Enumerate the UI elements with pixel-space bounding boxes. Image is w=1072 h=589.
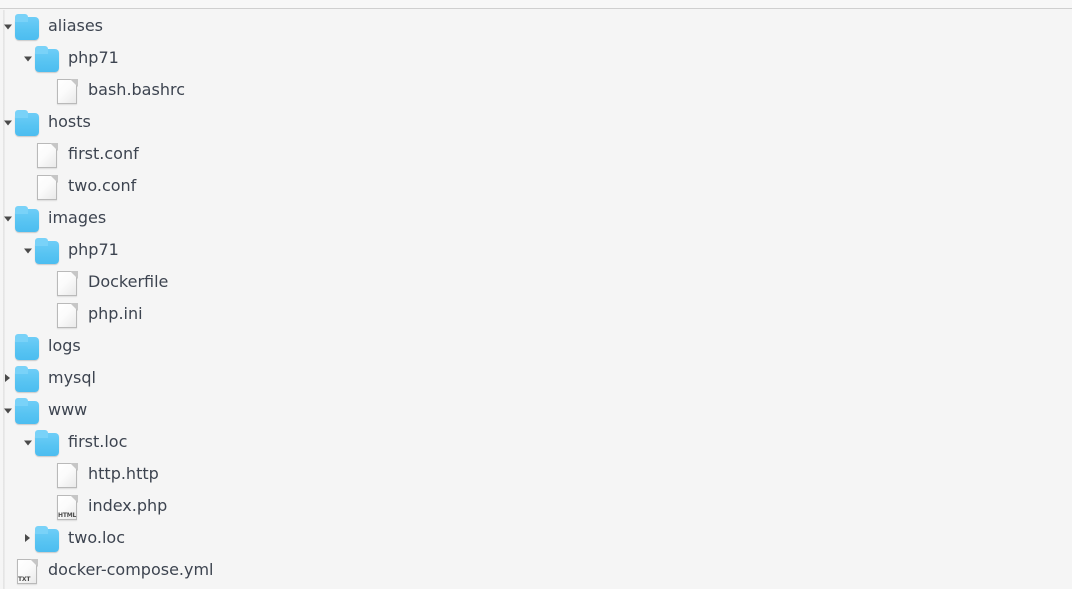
file-icon <box>34 171 60 201</box>
tree-row-label: two.loc <box>66 522 125 554</box>
file-corner-fold <box>70 495 78 503</box>
chevron-down-icon[interactable] <box>20 234 34 266</box>
tree-row-label: http.http <box>86 458 159 490</box>
folder-icon <box>34 43 60 73</box>
tree-row[interactable]: Dockerfile <box>0 266 1072 298</box>
file-corner-fold <box>50 143 58 151</box>
tree-row-label: hosts <box>46 106 91 138</box>
twisty-spacer <box>20 170 34 202</box>
tree-row-label: first.loc <box>66 426 127 458</box>
file-corner-fold <box>50 175 58 183</box>
twisty-spacer <box>40 266 54 298</box>
tree-row-label: aliases <box>46 10 103 42</box>
chevron-down-icon[interactable] <box>20 426 34 458</box>
twisty-spacer <box>40 74 54 106</box>
tree-row-label: images <box>46 202 106 234</box>
file-icon: TXT <box>14 555 40 585</box>
tree-row[interactable]: two.loc <box>0 522 1072 554</box>
folder-icon <box>14 107 40 137</box>
tree-row-label: php71 <box>66 234 119 266</box>
twisty-triangle <box>4 409 12 414</box>
tree-row[interactable]: first.conf <box>0 138 1072 170</box>
twisty-triangle <box>24 249 32 254</box>
twisty-spacer <box>0 554 14 586</box>
tree-row[interactable]: bash.bashrc <box>0 74 1072 106</box>
chevron-right-icon[interactable] <box>0 362 14 394</box>
tree-row-label: mysql <box>46 362 96 394</box>
tree-row-label: php.ini <box>86 298 143 330</box>
tree-row-label: logs <box>46 330 81 362</box>
folder-icon <box>14 395 40 425</box>
tree-row-label: php71 <box>66 42 119 74</box>
file-corner-fold <box>70 463 78 471</box>
tree-row[interactable]: HTML index.php <box>0 490 1072 522</box>
twisty-triangle <box>25 534 30 542</box>
chevron-down-icon[interactable] <box>20 42 34 74</box>
chevron-down-icon[interactable] <box>0 202 14 234</box>
tree-row[interactable]: TXT docker-compose.yml <box>0 554 1072 586</box>
tree-row[interactable]: hosts <box>0 106 1072 138</box>
tree-row[interactable]: logs <box>0 330 1072 362</box>
twisty-triangle <box>5 374 10 382</box>
file-icon <box>54 299 80 329</box>
chevron-down-icon[interactable] <box>0 106 14 138</box>
twisty-triangle <box>4 121 12 126</box>
file-corner-fold <box>30 559 38 567</box>
twisty-triangle <box>4 25 12 30</box>
folder-icon <box>34 523 60 553</box>
twisty-spacer <box>40 490 54 522</box>
file-corner-fold <box>70 79 78 87</box>
folder-icon <box>14 331 40 361</box>
file-tree-panel: aliasesphp71bash.bashrchostsfirst.conftw… <box>0 0 1072 589</box>
tree-row[interactable]: mysql <box>0 362 1072 394</box>
tree-row[interactable]: two.conf <box>0 170 1072 202</box>
folder-icon <box>14 203 40 233</box>
tree-row-label: www <box>46 394 87 426</box>
tree-row-label: docker-compose.yml <box>46 554 214 586</box>
tree-row-label: index.php <box>86 490 167 522</box>
tree-row[interactable]: php.ini <box>0 298 1072 330</box>
twisty-triangle <box>24 57 32 62</box>
tree-row-label: Dockerfile <box>86 266 168 298</box>
file-corner-fold <box>70 271 78 279</box>
file-type-badge: TXT <box>18 576 30 583</box>
twisty-triangle <box>24 441 32 446</box>
chevron-right-icon[interactable] <box>20 522 34 554</box>
chevron-down-icon[interactable] <box>0 10 14 42</box>
twisty-spacer <box>20 138 34 170</box>
twisty-triangle <box>4 217 12 222</box>
twisty-spacer <box>40 458 54 490</box>
file-icon: HTML <box>54 491 80 521</box>
tree-row[interactable]: www <box>0 394 1072 426</box>
file-type-badge: HTML <box>58 512 76 519</box>
tree-row[interactable]: http.http <box>0 458 1072 490</box>
tree-row-label: two.conf <box>66 170 136 202</box>
tree-row[interactable]: php71 <box>0 42 1072 74</box>
folder-icon <box>14 11 40 41</box>
file-icon <box>54 75 80 105</box>
tree-row[interactable]: images <box>0 202 1072 234</box>
panel-header-divider <box>0 0 1072 9</box>
twisty-spacer <box>40 298 54 330</box>
tree-row-label: first.conf <box>66 138 139 170</box>
tree-row-label: bash.bashrc <box>86 74 185 106</box>
file-corner-fold <box>70 303 78 311</box>
folder-icon <box>34 235 60 265</box>
file-icon <box>54 267 80 297</box>
folder-icon <box>14 363 40 393</box>
chevron-down-icon[interactable] <box>0 394 14 426</box>
tree-row[interactable]: aliases <box>0 10 1072 42</box>
file-tree-list: aliasesphp71bash.bashrchostsfirst.conftw… <box>0 10 1072 589</box>
file-icon <box>54 459 80 489</box>
folder-icon <box>34 427 60 457</box>
file-icon <box>34 139 60 169</box>
tree-row[interactable]: first.loc <box>0 426 1072 458</box>
tree-row[interactable]: php71 <box>0 234 1072 266</box>
twisty-spacer <box>0 330 14 362</box>
